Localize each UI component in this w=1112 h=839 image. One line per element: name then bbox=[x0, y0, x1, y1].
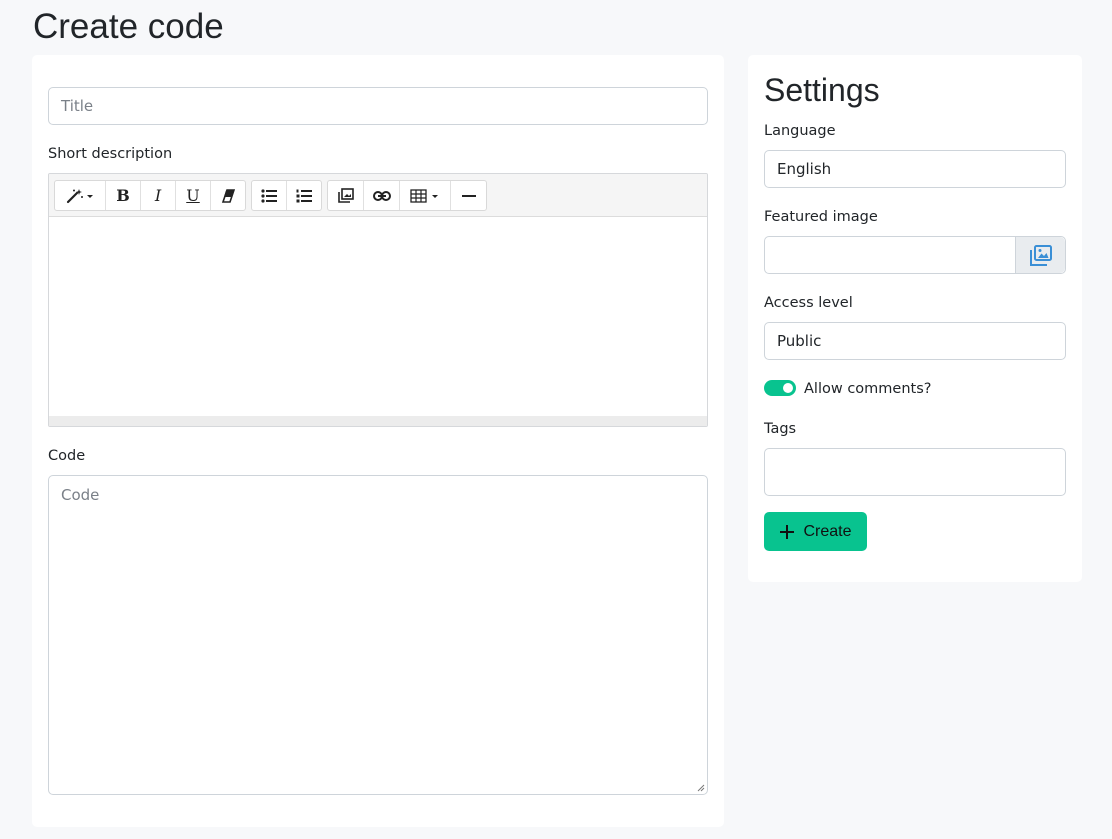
image-icon bbox=[337, 188, 354, 203]
editor-content-area[interactable] bbox=[49, 217, 707, 417]
unordered-list-icon bbox=[261, 188, 277, 203]
tags-input[interactable] bbox=[764, 448, 1066, 496]
code-label: Code bbox=[48, 448, 86, 464]
italic-icon: I bbox=[154, 186, 162, 205]
language-label: Language bbox=[764, 123, 836, 139]
rich-text-editor: B I U bbox=[48, 173, 708, 427]
create-button-label: Create bbox=[803, 522, 852, 540]
language-select[interactable]: English bbox=[764, 150, 1066, 188]
bold-button[interactable]: B bbox=[106, 181, 141, 210]
featured-image-picker-button[interactable] bbox=[1015, 237, 1065, 273]
images-icon bbox=[1029, 244, 1052, 266]
settings-card: Settings Language English Featured image… bbox=[748, 55, 1082, 582]
insert-table-button[interactable] bbox=[400, 181, 451, 210]
access-level-select[interactable]: Public bbox=[764, 322, 1066, 360]
horizontal-rule-button[interactable] bbox=[451, 181, 486, 210]
plus-icon bbox=[780, 524, 795, 539]
unordered-list-button[interactable] bbox=[252, 181, 287, 210]
resize-handle-icon[interactable] bbox=[697, 784, 705, 792]
allow-comments-toggle[interactable] bbox=[764, 380, 796, 396]
tags-label: Tags bbox=[764, 421, 797, 437]
ordered-list-icon bbox=[296, 189, 312, 202]
code-textarea[interactable]: Code bbox=[48, 475, 708, 795]
featured-image-input[interactable] bbox=[764, 236, 1066, 274]
italic-button[interactable]: I bbox=[141, 181, 176, 210]
create-button[interactable]: Create bbox=[764, 512, 867, 551]
insert-image-button[interactable] bbox=[328, 181, 364, 210]
access-level-label: Access level bbox=[764, 295, 853, 311]
insert-button-group bbox=[327, 180, 487, 211]
link-icon bbox=[372, 190, 391, 201]
bold-icon: B bbox=[116, 186, 130, 205]
editor-resize-bar[interactable] bbox=[49, 416, 707, 426]
editor-toolbar: B I U bbox=[49, 174, 707, 217]
horizontal-rule-icon bbox=[461, 194, 476, 197]
code-placeholder: Code bbox=[61, 486, 100, 504]
style-button-group: B I U bbox=[54, 180, 246, 211]
underline-button[interactable]: U bbox=[176, 181, 211, 210]
insert-link-button[interactable] bbox=[364, 181, 400, 210]
eraser-icon bbox=[221, 188, 235, 203]
toggle-knob bbox=[783, 383, 793, 393]
short-description-label: Short description bbox=[48, 146, 173, 162]
list-button-group bbox=[251, 180, 322, 211]
underline-icon: U bbox=[186, 186, 200, 205]
settings-title: Settings bbox=[764, 72, 880, 108]
featured-image-label: Featured image bbox=[764, 209, 878, 225]
clear-format-button[interactable] bbox=[211, 181, 245, 210]
style-dropdown-button[interactable] bbox=[55, 181, 106, 210]
table-icon bbox=[410, 188, 438, 203]
allow-comments-label: Allow comments? bbox=[804, 381, 932, 397]
title-input[interactable]: Title bbox=[48, 87, 708, 125]
ordered-list-button[interactable] bbox=[287, 181, 321, 210]
main-card: Title Short description B I U Code Code bbox=[32, 55, 724, 827]
magic-wand-icon bbox=[66, 188, 93, 203]
page-title: Create code bbox=[33, 7, 224, 46]
